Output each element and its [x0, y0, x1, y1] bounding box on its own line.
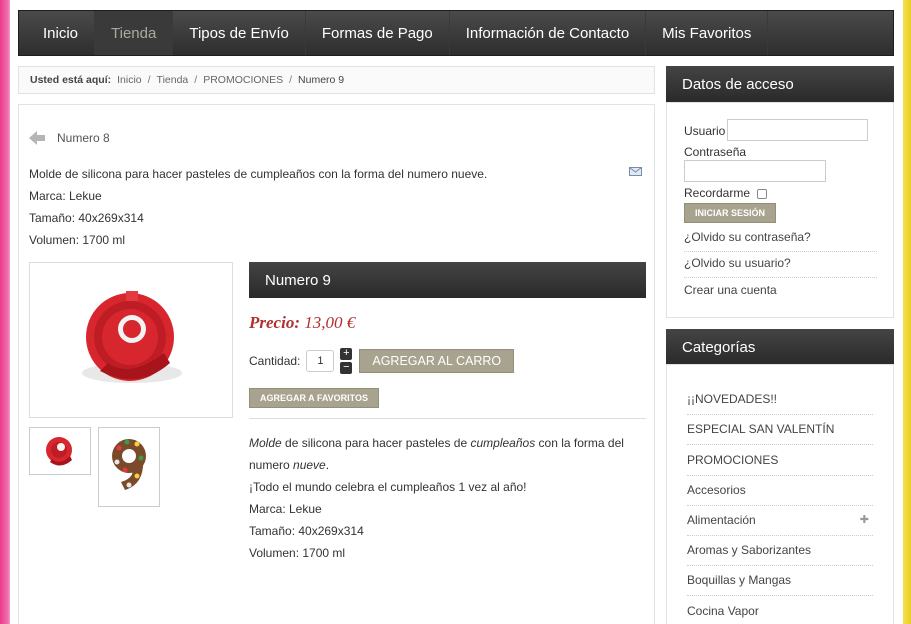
category-label: Alimentación [687, 513, 756, 527]
short-description: Molde de silicona para hacer pasteles de… [29, 163, 487, 251]
quantity-label: Cantidad: [249, 354, 301, 368]
minus-icon[interactable]: − [340, 362, 353, 374]
breadcrumb-separator: / [147, 74, 151, 86]
username-label: Usuario [684, 124, 726, 138]
login-panel: Usuario Contraseña Recordarme INICIAR SE… [666, 102, 894, 318]
category-item[interactable]: Cocina Vapor [687, 604, 873, 624]
price-label: Precio: [249, 313, 300, 332]
password-field[interactable] [684, 160, 826, 182]
nav-item-favoritos[interactable]: Mis Favoritos [646, 11, 769, 55]
nav-item-formas-pago[interactable]: Formas de Pago [306, 11, 450, 55]
breadcrumb-separator: / [194, 74, 198, 86]
category-item-alimentacion[interactable]: Alimentación ✚ [687, 513, 873, 536]
long-desc-line: Volumen: 1700 ml [249, 546, 346, 560]
main-nav: Inicio Tienda Tipos de Envío Formas de P… [18, 10, 894, 56]
breadcrumb-label: Usted está aquí: [30, 74, 112, 86]
product-price: Precio: 13,00 € [249, 313, 355, 333]
product-title: Numero 9 [249, 262, 646, 298]
quantity-stepper: + − [340, 348, 353, 374]
long-desc-line: numero nueve. [249, 458, 330, 472]
category-item[interactable]: PROMOCIONES [687, 453, 873, 476]
long-desc-line: ¡Todo el mundo celebra el cumpleaños 1 v… [249, 480, 527, 494]
breadcrumb-link-promociones[interactable]: PROMOCIONES [203, 74, 283, 86]
nav-item-tipos-envio[interactable]: Tipos de Envío [173, 11, 306, 55]
username-field[interactable] [727, 119, 868, 141]
page: Inicio Tienda Tipos de Envío Formas de P… [10, 0, 903, 624]
breadcrumb-separator: / [289, 74, 293, 86]
category-item[interactable]: ¡¡NOVEDADES!! [687, 392, 873, 415]
categories-panel: ¡¡NOVEDADES!! ESPECIAL SAN VALENTÍN PROM… [666, 364, 894, 624]
quantity-row: Cantidad: 1 + − AGREGAR AL CARRO [249, 348, 515, 374]
nav-item-tienda[interactable]: Tienda [95, 11, 174, 55]
login-button[interactable]: INICIAR SESIÓN [684, 203, 777, 223]
category-item[interactable]: ESPECIAL SAN VALENTÍN [687, 422, 873, 445]
add-to-favorites-button[interactable]: AGREGAR A FAVORITOS [249, 388, 380, 408]
create-account-link[interactable]: Crear una cuenta [684, 283, 877, 304]
long-description: Molde de silicona para hacer pasteles de… [249, 432, 639, 564]
long-desc-line: Marca: Lekue [249, 502, 322, 516]
product-main-image[interactable] [29, 262, 233, 418]
product-panel: Numero 8 Molde de silicona para hacer pa… [18, 104, 655, 624]
product-thumbnail-1[interactable] [29, 427, 91, 475]
category-item[interactable]: Accesorios [687, 483, 873, 506]
remember-label: Recordarme [684, 186, 751, 200]
add-to-cart-button[interactable]: AGREGAR AL CARRO [359, 349, 515, 373]
short-desc-line: Volumen: 1700 ml [29, 233, 126, 247]
plus-icon[interactable]: + [340, 348, 353, 360]
remember-checkbox[interactable] [757, 189, 767, 199]
thumbnail-photo [112, 439, 146, 490]
product-photo [82, 291, 182, 383]
nav-item-inicio[interactable]: Inicio [19, 11, 96, 55]
breadcrumb-link-tienda[interactable]: Tienda [157, 74, 189, 86]
price-value: 13,00 € [304, 313, 356, 332]
short-desc-line: Molde de silicona para hacer pasteles de… [29, 167, 488, 181]
quantity-input[interactable]: 1 [306, 350, 335, 372]
breadcrumb: Usted está aquí: Inicio / Tienda / PROMO… [18, 66, 655, 94]
short-desc-line: Tamaño: 40x269x314 [29, 211, 144, 225]
thumbnail-photo [46, 437, 72, 466]
product-thumbnail-2[interactable] [98, 427, 160, 507]
divider [249, 418, 646, 419]
category-item[interactable]: Boquillas y Mangas [687, 573, 873, 596]
category-item[interactable]: Aromas y Saborizantes [687, 543, 873, 566]
password-label: Contraseña [684, 145, 747, 159]
previous-product-label: Numero 8 [57, 131, 110, 145]
long-desc-line: Tamaño: 40x269x314 [249, 524, 364, 538]
arrow-left-icon [29, 131, 45, 145]
email-icon[interactable] [629, 167, 642, 176]
categories-heading: Categorías [666, 329, 894, 365]
breadcrumb-current: Numero 9 [298, 74, 345, 86]
expand-icon[interactable]: ✚ [860, 513, 869, 526]
forgot-password-link[interactable]: ¿Olvido su contraseña? [684, 230, 877, 252]
breadcrumb-link-inicio[interactable]: Inicio [117, 74, 142, 86]
nav-item-contacto[interactable]: Información de Contacto [450, 11, 647, 55]
long-desc-line: Molde de silicona para hacer pasteles de… [249, 436, 624, 450]
login-heading: Datos de acceso [666, 66, 894, 102]
previous-product-link[interactable]: Numero 8 [29, 131, 110, 145]
forgot-username-link[interactable]: ¿Olvido su usuario? [684, 256, 877, 278]
short-desc-line: Marca: Lekue [29, 189, 102, 203]
